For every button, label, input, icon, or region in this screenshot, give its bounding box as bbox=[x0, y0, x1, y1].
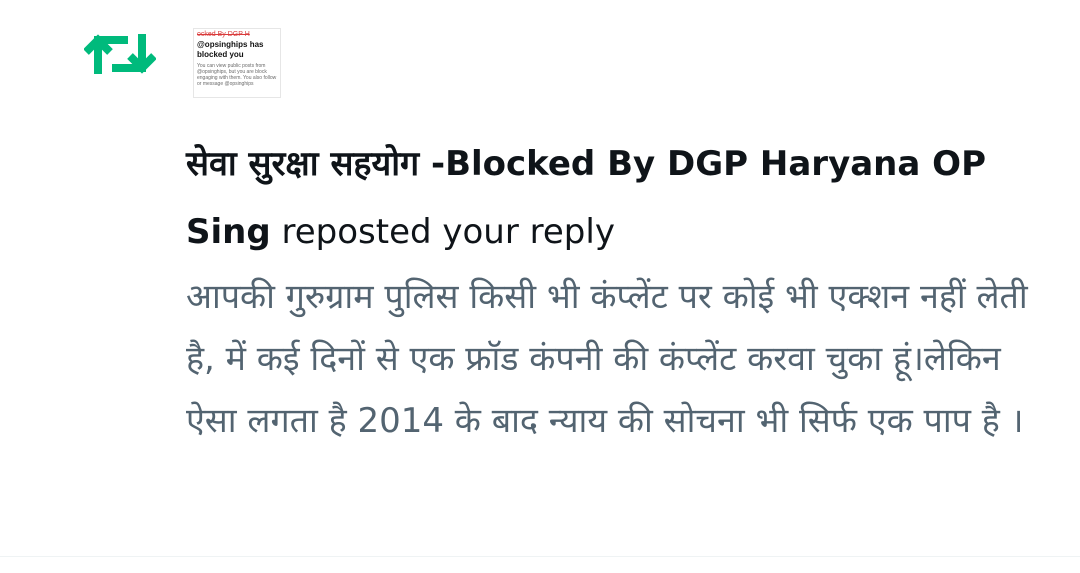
blocked-screenshot-avatar[interactable]: ocked By DGP H @opsinghips has blocked y… bbox=[193, 28, 281, 98]
avatar-headline: @opsinghips has blocked you bbox=[197, 40, 264, 59]
avatar-body-text: You can view public posts from @opsinghi… bbox=[197, 63, 277, 87]
notification-headline: सेवा सुरक्षा सहयोग -Blocked By DGP Harya… bbox=[186, 130, 1046, 266]
reply-text[interactable]: आपकी गुरुग्राम पुलिस किसी भी कंप्लेंट पर… bbox=[186, 266, 1046, 452]
avatar-top-text: ocked By DGP H bbox=[197, 31, 250, 38]
repost-icon bbox=[84, 34, 156, 74]
repost-notification[interactable]: ocked By DGP H @opsinghips has blocked y… bbox=[0, 0, 1080, 557]
action-text: reposted your reply bbox=[270, 212, 615, 252]
notification-content: सेवा सुरक्षा सहयोग -Blocked By DGP Harya… bbox=[186, 130, 1046, 452]
